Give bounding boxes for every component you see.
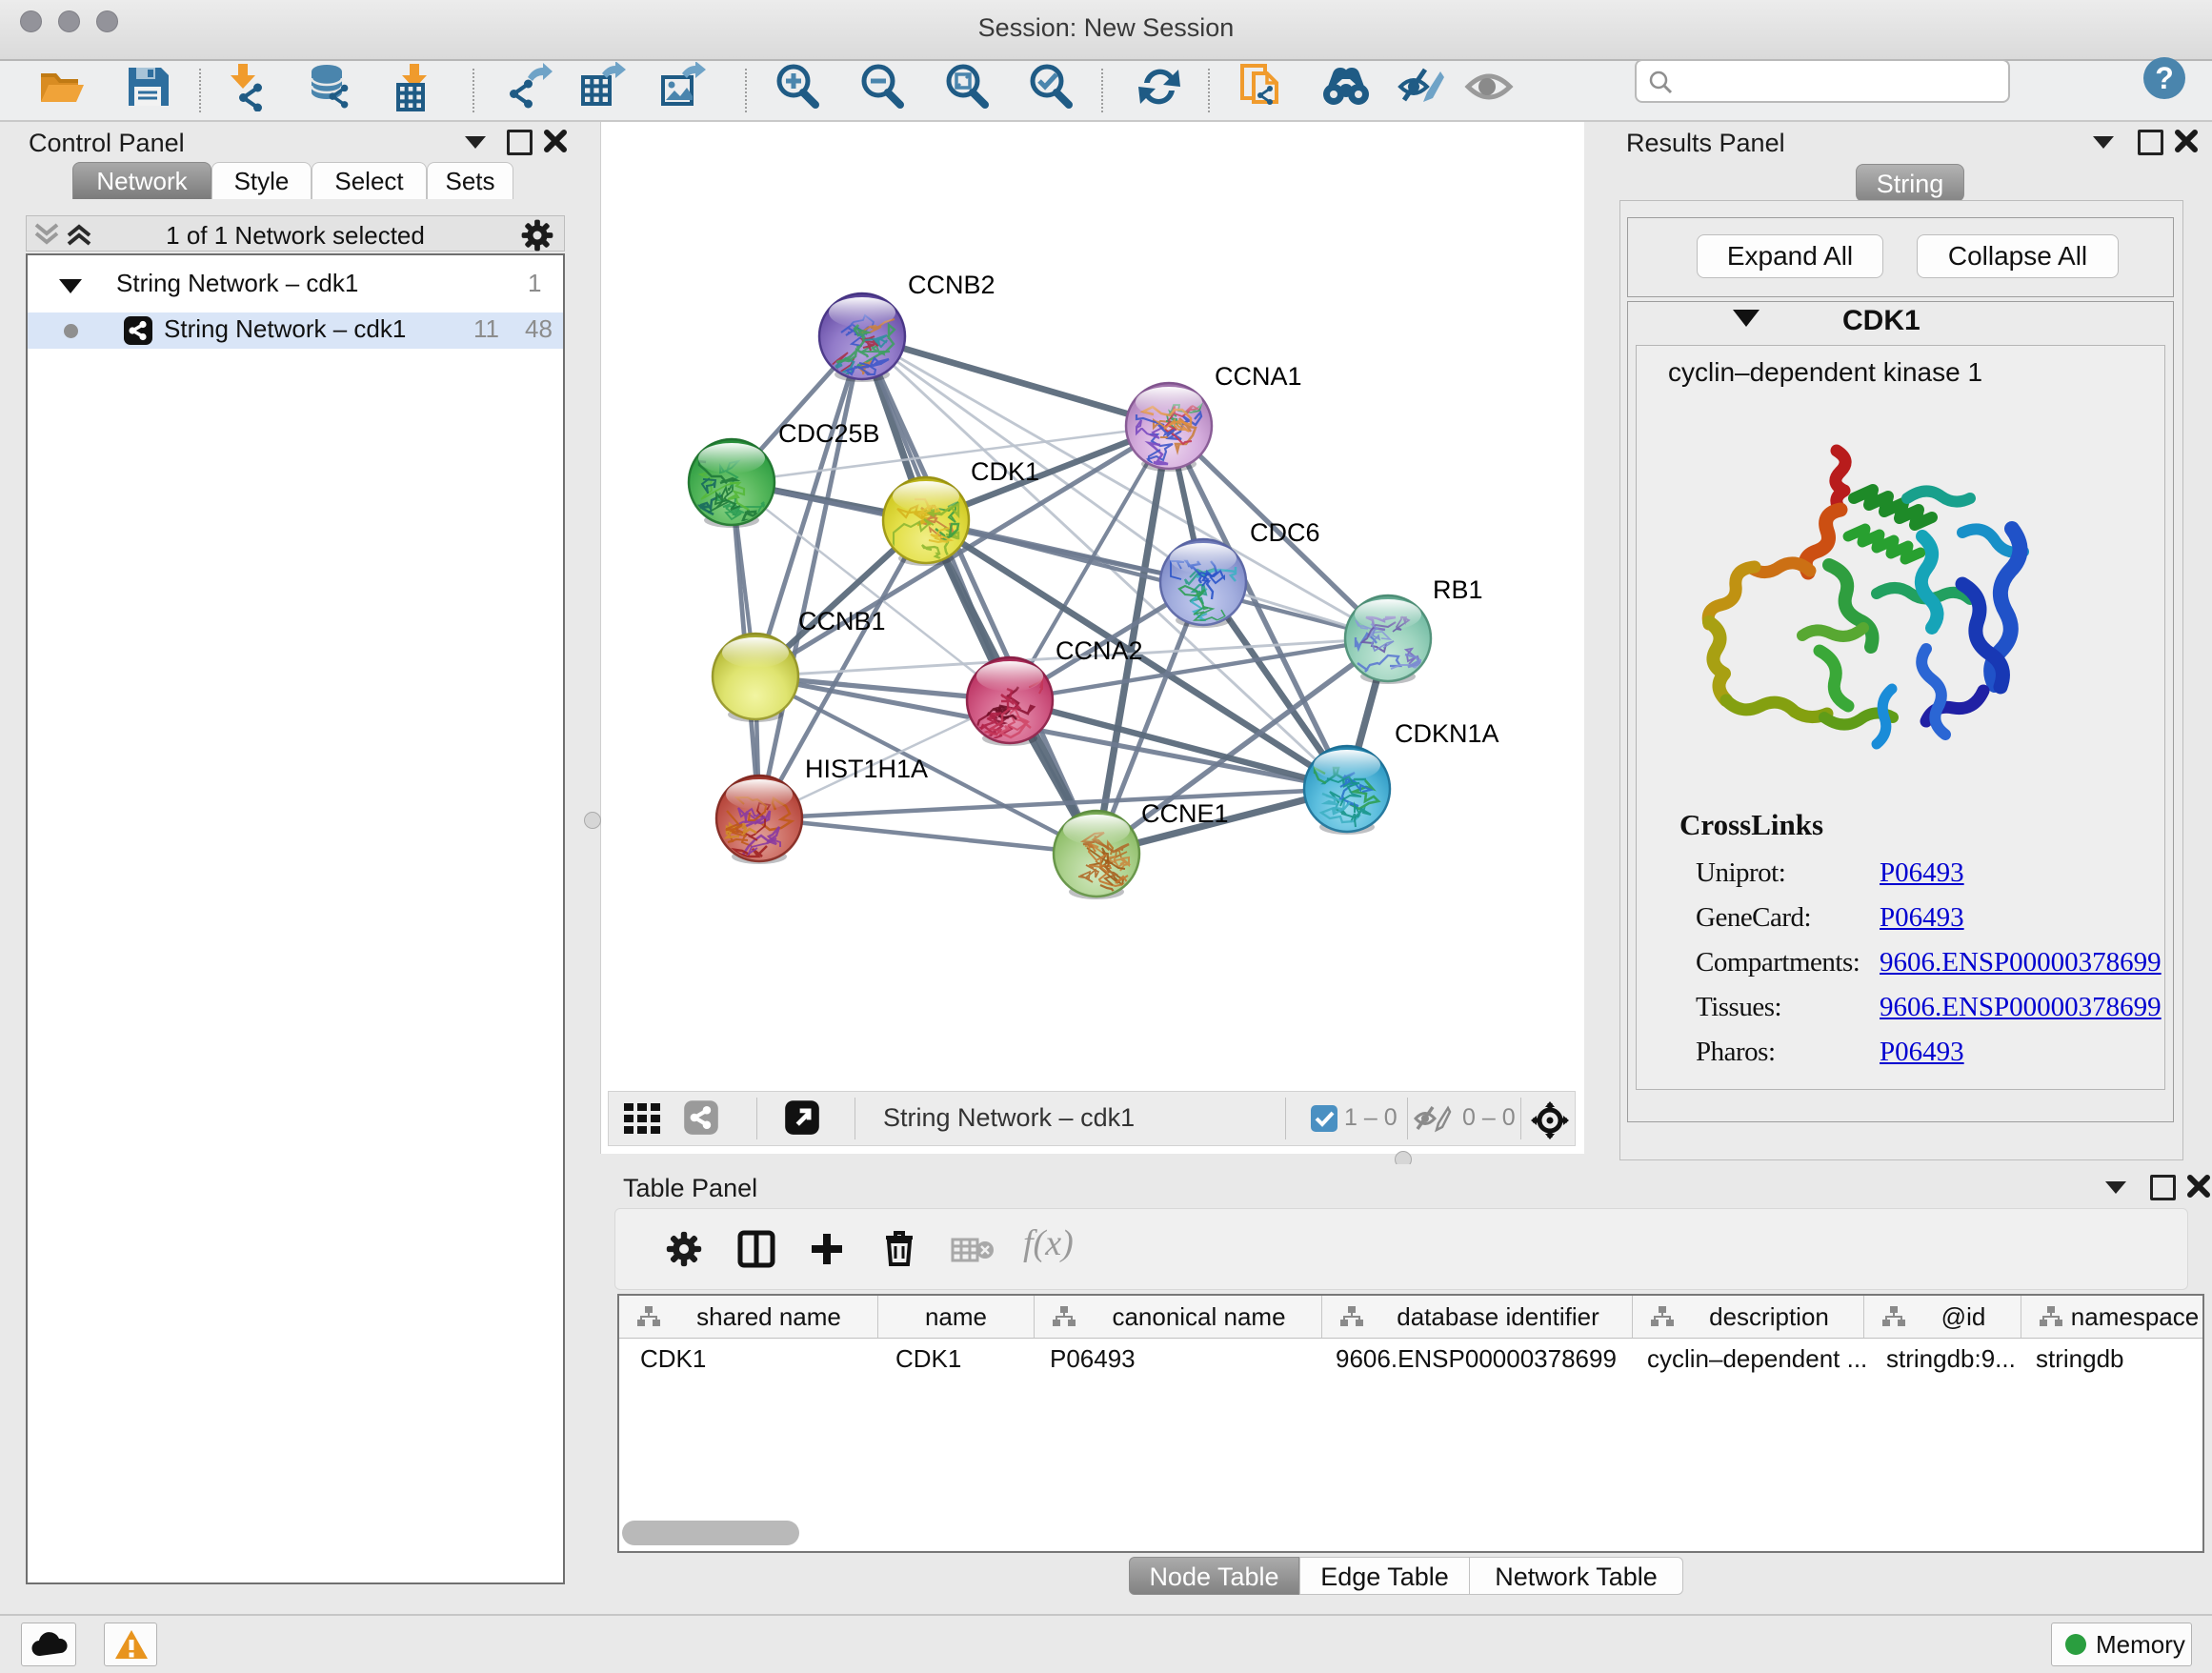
svg-text:HIST1H1A: HIST1H1A [805,755,928,783]
svg-text:CDC6: CDC6 [1250,518,1320,547]
svg-text:RB1: RB1 [1433,575,1483,604]
svg-text:CCNE1: CCNE1 [1141,799,1229,828]
svg-text:CDC25B: CDC25B [778,419,880,448]
svg-text:CDK1: CDK1 [971,457,1039,486]
svg-text:CCNB2: CCNB2 [908,271,995,299]
svg-text:CDKN1A: CDKN1A [1395,719,1499,748]
svg-text:CCNA1: CCNA1 [1215,362,1302,391]
svg-text:CCNA2: CCNA2 [1056,636,1143,665]
svg-text:CCNB1: CCNB1 [798,607,886,635]
